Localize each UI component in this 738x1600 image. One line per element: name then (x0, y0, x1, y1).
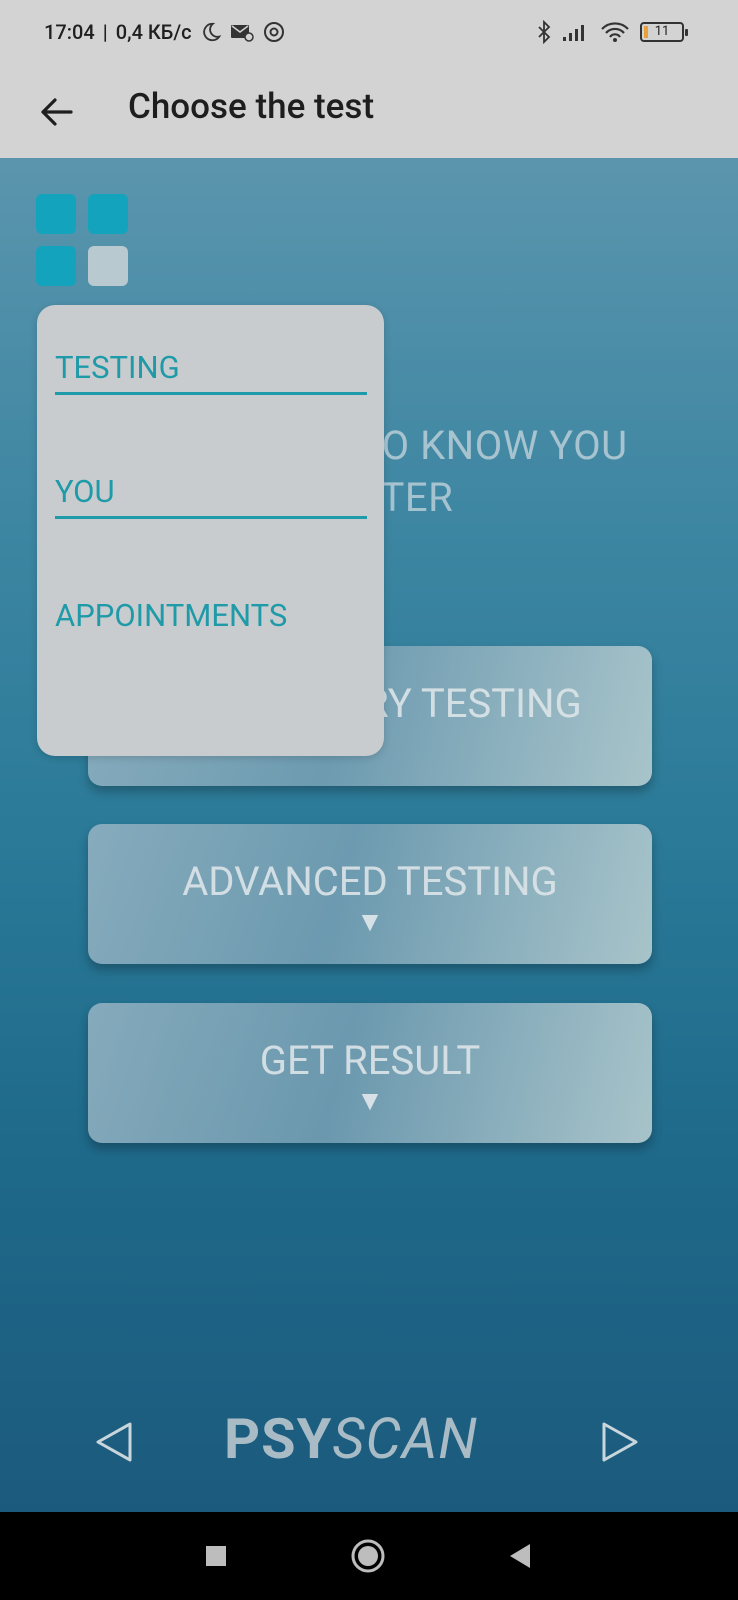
recents-button[interactable] (196, 1536, 236, 1576)
grid-square (88, 194, 128, 234)
button-label: GET RESULT (259, 1037, 481, 1084)
dropdown-menu: TESTING YOU APPOINTMENTS (37, 305, 384, 756)
next-button[interactable] (598, 1418, 648, 1468)
status-bar: 17:04 | 0,4 КБ/с 11 (0, 0, 738, 66)
back-button[interactable] (28, 84, 84, 140)
app-bar: Choose the test (0, 66, 738, 158)
battery-level: 11 (654, 24, 670, 39)
brand-italic: SCAN (332, 1406, 479, 1472)
arrow-left-icon (41, 98, 73, 126)
menu-item-testing[interactable]: TESTING (55, 349, 367, 395)
page-title: Choose the test (128, 86, 375, 127)
status-separator: | (102, 20, 108, 44)
mail-icon (230, 25, 254, 42)
system-nav-bar (0, 1512, 738, 1600)
battery-icon: 11 (640, 22, 688, 42)
circle-icon (351, 1539, 385, 1573)
wifi-icon (601, 22, 629, 42)
signal-icon (563, 25, 584, 41)
menu-item-appointments[interactable]: APPOINTMENTS (55, 597, 367, 634)
previous-button[interactable] (92, 1418, 142, 1468)
status-left: 17:04 | 0,4 КБ/с (44, 20, 286, 44)
bluetooth-icon (538, 20, 551, 44)
status-speed: 0,4 КБ/с (115, 20, 192, 44)
at-icon (263, 22, 284, 42)
grid-menu-icon[interactable] (36, 194, 130, 288)
get-result-button[interactable]: GET RESULT ▼ (88, 1003, 652, 1143)
grid-square (88, 246, 128, 286)
moon-icon (202, 22, 221, 42)
button-label: ADVANCED TESTING (182, 858, 558, 905)
triangle-right-icon (602, 1422, 638, 1462)
system-back-button[interactable] (500, 1536, 540, 1576)
brand-bold: PSY (224, 1406, 333, 1472)
square-icon (206, 1546, 226, 1566)
triangle-left-icon (510, 1544, 530, 1568)
bottom-nav: PSYSCAN (0, 1392, 738, 1492)
grid-square (36, 194, 76, 234)
triangle-down-icon: ▼ (356, 1084, 384, 1117)
brand-logo: PSYSCAN (224, 1406, 478, 1472)
menu-item-you[interactable]: YOU (55, 473, 367, 519)
battery-fill (644, 26, 648, 38)
advanced-testing-button[interactable]: ADVANCED TESTING ▼ (88, 824, 652, 964)
triangle-down-icon: ▼ (356, 905, 384, 938)
grid-square (36, 246, 76, 286)
triangle-left-icon (96, 1422, 132, 1462)
home-button[interactable] (348, 1536, 388, 1576)
status-right: 11 (536, 20, 688, 44)
status-time: 17:04 (44, 20, 95, 44)
